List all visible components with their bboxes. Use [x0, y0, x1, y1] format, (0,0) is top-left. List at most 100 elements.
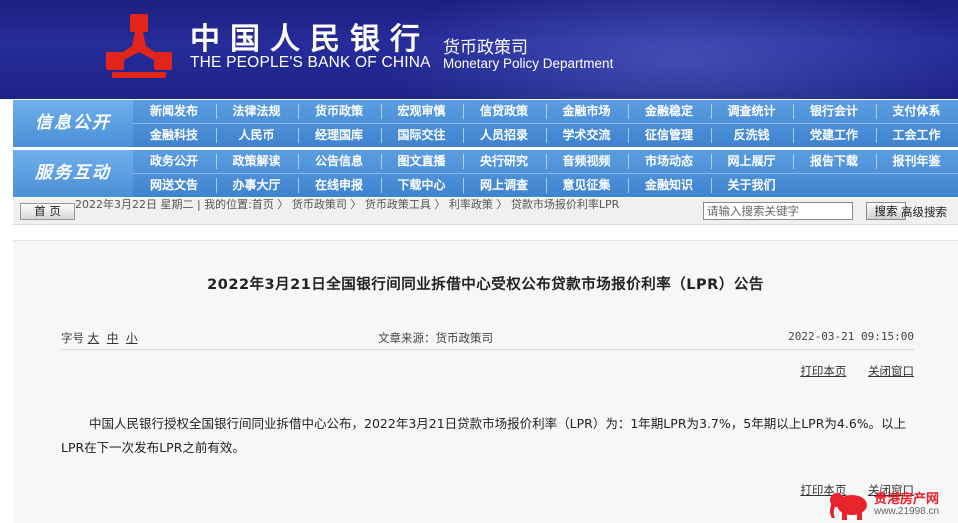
nav-info-separator [380, 104, 382, 119]
nav-service-item[interactable]: 网送文告 [133, 174, 215, 197]
nav-service-separator [875, 154, 877, 169]
nav-service-item[interactable]: 报告下载 [793, 150, 875, 173]
nav-info-separator [628, 104, 629, 119]
nav-info-item[interactable]: 反洗钱 [711, 124, 793, 147]
nav-info-separator [298, 128, 299, 143]
department-name-en: Monetary Policy Department [443, 56, 614, 71]
nav-service-separator [380, 154, 382, 169]
nav-info-item[interactable]: 调查统计 [711, 100, 793, 123]
nav-service-separator [463, 154, 464, 169]
nav-service-separator [628, 178, 629, 193]
article-body: 中国人民银行授权全国银行间同业拆借中心公布，2022年3月21日贷款市场报价利率… [61, 416, 907, 455]
nav-service-separator [793, 154, 794, 169]
site-header: 中国人民银行 THE PEOPLE'S BANK OF CHINA 货币政策司 … [0, 0, 958, 99]
nav-service-row: 政务公开 政策解读 公告信息 图文直播 央行研究 音频视频 市场动态 网上展厅 报告下载 报刊年鉴 [133, 150, 958, 173]
nav-info-separator [875, 104, 877, 119]
nav-service-separator [628, 154, 629, 169]
nav-info-separator [875, 128, 877, 143]
article-panel: 2022年3月21日全国银行间同业拆借中心受权公布贷款市场报价利率（LPR）公告… [13, 240, 958, 523]
nav-info-row: 金融科技 人民币 经理国库 国际交往 人员招录 学术交流 征信管理 反洗钱 党建工作 工会工作 [133, 124, 958, 147]
nav-info-label: 信息公开 [13, 100, 133, 147]
nav-service-row: 网送文告 办事大厅 在线申报 下载中心 网上调查 意见征集 金融知识 关于我们 [133, 174, 958, 197]
print-page-link[interactable]: 打印本页 [800, 364, 846, 378]
nav-service-item[interactable]: 市场动态 [628, 150, 710, 173]
nav-info-item[interactable]: 党建工作 [793, 124, 875, 147]
nav-info-separator [545, 104, 547, 119]
advanced-search-link[interactable]: 高级搜索 [901, 204, 947, 220]
nav-info-item[interactable]: 货币政策 [298, 100, 380, 123]
nav-service-item[interactable]: 公告信息 [298, 150, 380, 173]
nav-service-item[interactable]: 央行研究 [463, 150, 545, 173]
nav-service-item[interactable]: 政务公开 [133, 150, 215, 173]
watermark-name: 贵港房产网 [874, 492, 940, 507]
nav-service-item[interactable]: 网上调查 [463, 174, 545, 197]
home-button[interactable]: 首 页 [20, 203, 75, 220]
bank-name-cn: 中国人民银行 [190, 22, 430, 57]
nav-service-item[interactable]: 办事大厅 [216, 174, 298, 197]
nav-info-item[interactable]: 信贷政策 [463, 100, 545, 123]
nav-info-item[interactable]: 人员招录 [463, 124, 545, 147]
elephant-logo-icon [830, 493, 867, 520]
nav-info-separator [463, 104, 464, 119]
nav-service-item[interactable]: 在线申报 [298, 174, 380, 197]
font-size-small-link[interactable]: 小 [126, 331, 138, 345]
font-size-label: 字号 [61, 331, 84, 345]
nav-info-item[interactable]: 银行会计 [793, 100, 875, 123]
nav-service-separator [545, 154, 547, 169]
font-size-large-link[interactable]: 大 [88, 331, 100, 345]
nav-info-separator [793, 104, 794, 119]
nav-info-item[interactable]: 金融市场 [546, 100, 628, 123]
nav-info-row: 新闻发布 法律法规 货币政策 宏观审慎 信贷政策 金融市场 金融稳定 调查统计 银行会计 支付体系 [133, 100, 958, 123]
nav-service-separator [710, 154, 712, 169]
nav-info-grid: 新闻发布 法律法规 货币政策 宏观审慎 信贷政策 金融市场 金融稳定 调查统计 银行会计 支付体系… [133, 100, 958, 147]
watermark-url: www.21998.cn [874, 506, 940, 517]
pboc-emblem-icon [106, 14, 172, 78]
nav-info-item[interactable]: 工会工作 [876, 124, 958, 147]
nav-info-separator [380, 128, 382, 143]
nav-info-separator [710, 128, 712, 143]
nav-info-separator [215, 128, 217, 143]
nav-info-separator [298, 104, 299, 119]
nav-service-item[interactable]: 报刊年鉴 [876, 150, 958, 173]
nav-service-separator [463, 178, 464, 193]
nav-info-separator [463, 128, 464, 143]
search-input[interactable] [703, 202, 853, 220]
nav-info-item[interactable]: 支付体系 [876, 100, 958, 123]
nav-service-label: 服务互动 [13, 150, 133, 197]
nav-service-interaction: 服务互动 政务公开 政策解读 公告信息 图文直播 央行研究 音频视频 市场动态 网上展厅 报告下… [13, 150, 958, 197]
nav-service-item[interactable]: 音频视频 [546, 150, 628, 173]
nav-info-item[interactable]: 宏观审慎 [381, 100, 463, 123]
nav-service-item[interactable]: 政策解读 [216, 150, 298, 173]
nav-service-item[interactable]: 下载中心 [381, 174, 463, 197]
nav-service-item[interactable]: 图文直播 [381, 150, 463, 173]
nav-service-separator [298, 178, 299, 193]
nav-info-item[interactable]: 学术交流 [546, 124, 628, 147]
nav-service-separator [298, 154, 299, 169]
font-size-medium-link[interactable]: 中 [107, 331, 119, 345]
nav-info-item[interactable]: 国际交往 [381, 124, 463, 147]
nav-info-item[interactable]: 金融稳定 [628, 100, 710, 123]
nav-info-item[interactable]: 经理国库 [298, 124, 380, 147]
nav-service-separator [215, 154, 217, 169]
nav-info-item[interactable]: 人民币 [216, 124, 298, 147]
article-date: 2022-03-21 09:15:00 [788, 330, 914, 343]
nav-service-item[interactable]: 意见征集 [546, 174, 628, 197]
nav-info-disclosure: 信息公开 新闻发布 法律法规 货币政策 宏观审慎 信贷政策 金融市场 金融稳定 调查统计 银行会… [13, 100, 958, 147]
nav-info-item[interactable]: 法律法规 [216, 100, 298, 123]
department-name-cn: 货币政策司 [443, 38, 528, 58]
nav-service-separator [545, 178, 547, 193]
nav-info-item[interactable]: 金融科技 [133, 124, 215, 147]
nav-service-grid: 政务公开 政策解读 公告信息 图文直播 央行研究 音频视频 市场动态 网上展厅 报告下载 报刊年鉴… [133, 150, 958, 197]
nav-service-item[interactable]: 网上展厅 [711, 150, 793, 173]
nav-service-item[interactable]: 金融知识 [628, 174, 710, 197]
close-window-link[interactable]: 关闭窗口 [868, 364, 914, 378]
nav-info-separator [628, 128, 629, 143]
nav-service-item[interactable]: 关于我们 [711, 174, 793, 197]
article-source: 文章来源：货币政策司 [378, 331, 493, 345]
bank-name-en: THE PEOPLE'S BANK OF CHINA [190, 54, 431, 71]
nav-info-separator [215, 104, 217, 119]
nav-info-item[interactable]: 新闻发布 [133, 100, 215, 123]
watermark: 贵港房产网 www.21998.cn [828, 488, 958, 523]
nav-info-item[interactable]: 征信管理 [628, 124, 710, 147]
search-button[interactable]: 搜索 [866, 202, 906, 220]
